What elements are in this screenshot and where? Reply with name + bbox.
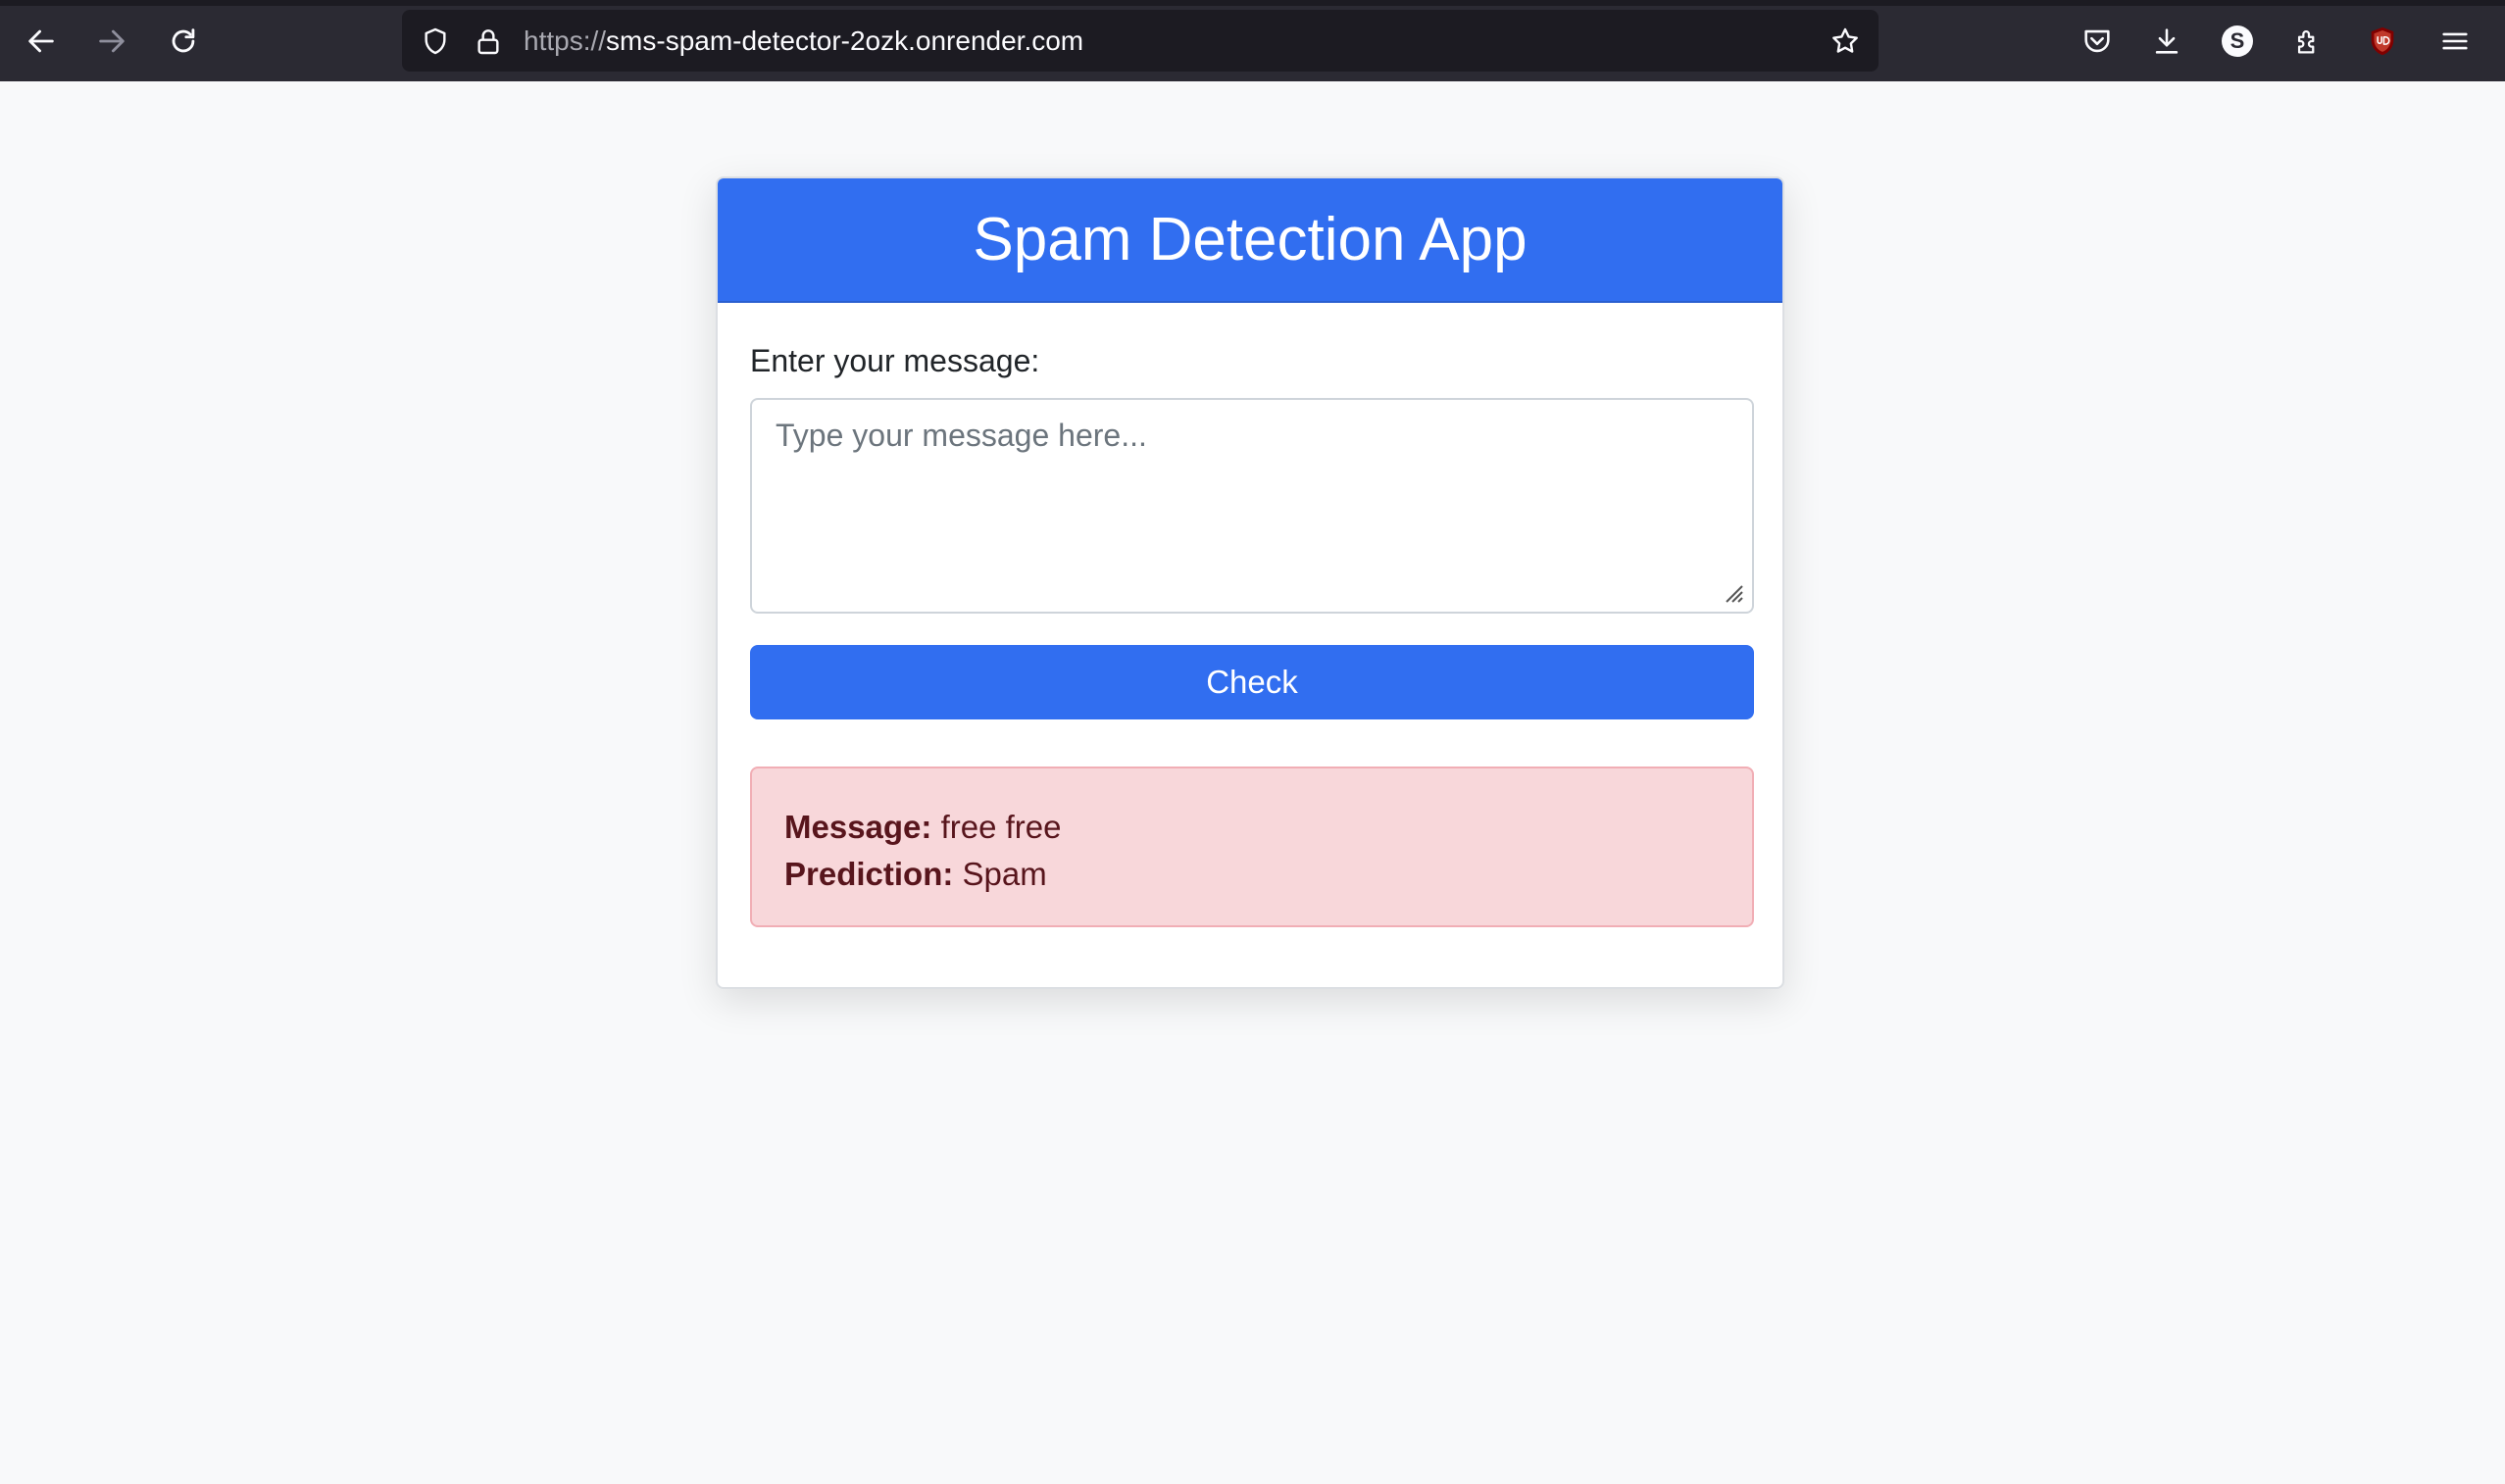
hamburger-menu-icon (2442, 32, 2468, 50)
message-input-label: Enter your message: (750, 343, 1040, 378)
page-title: Spam Detection App (718, 178, 1782, 303)
arrow-left-icon (28, 29, 54, 53)
result-prediction-label: Prediction: (784, 856, 954, 892)
pocket-button[interactable] (2074, 18, 2121, 65)
pocket-icon (2084, 29, 2110, 53)
spam-detector-card: Spam Detection App Enter your message: T… (716, 176, 1784, 989)
result-message-row: Message: free free (784, 804, 1720, 851)
back-button[interactable] (18, 18, 65, 65)
browser-toolbar: https://sms-spam-detector-2ozk.onrender.… (0, 0, 2505, 81)
ublock-button[interactable] (2359, 18, 2406, 65)
resize-grip-icon[interactable] (1721, 580, 1744, 604)
tab-strip-edge (0, 0, 2505, 6)
textarea-placeholder: Type your message here... (776, 418, 1147, 453)
reload-button[interactable] (160, 18, 207, 65)
prediction-result-alert: Message: free free Prediction: Spam (750, 767, 1754, 927)
downloads-button[interactable] (2143, 18, 2190, 65)
check-button[interactable]: Check (750, 645, 1754, 719)
url-text[interactable]: https://sms-spam-detector-2ozk.onrender.… (524, 10, 1083, 72)
result-message-value: free free (940, 809, 1062, 845)
extensions-button[interactable] (2285, 18, 2332, 65)
profile-avatar: S (2222, 25, 2253, 57)
ublock-shield-icon (2371, 26, 2394, 56)
url-host: sms-spam-detector-2ozk.onrender.com (606, 25, 1084, 56)
download-icon (2155, 28, 2179, 54)
url-scheme: https:// (524, 25, 607, 56)
puzzle-icon (2297, 30, 2315, 54)
forward-button[interactable] (88, 18, 135, 65)
result-prediction-value: Spam (962, 856, 1047, 892)
arrow-right-icon (99, 29, 125, 53)
result-prediction-row: Prediction: Spam (784, 851, 1720, 898)
result-message-label: Message: (784, 809, 932, 845)
address-bar[interactable]: https://sms-spam-detector-2ozk.onrender.… (402, 10, 1879, 72)
bookmark-star-icon[interactable] (1828, 24, 1863, 59)
lock-icon[interactable] (471, 24, 506, 59)
tracking-shield-icon[interactable] (418, 24, 453, 59)
account-button[interactable]: S (2214, 18, 2261, 65)
menu-button[interactable] (2431, 18, 2479, 65)
reload-icon (172, 28, 195, 53)
message-textarea[interactable]: Type your message here... (750, 398, 1754, 614)
